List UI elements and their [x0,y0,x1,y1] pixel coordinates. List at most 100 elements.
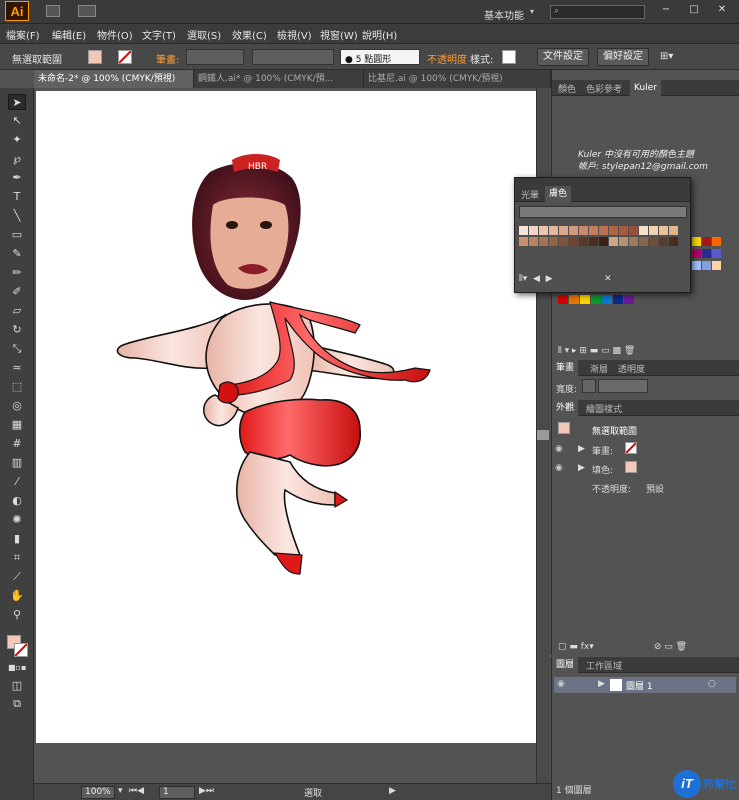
expand-stroke-icon[interactable]: ▶ [578,444,585,454]
swatch[interactable] [659,237,668,246]
swatch[interactable] [559,237,568,246]
swatch[interactable] [659,226,668,235]
rectangle-tool-icon[interactable]: ▭ [8,227,26,243]
close-button[interactable]: ✕ [711,3,733,17]
swatch[interactable] [619,226,628,235]
chevron-down-icon[interactable]: ▾ [530,7,534,16]
hand-tool-icon[interactable]: ✋ [8,588,26,604]
stroke-color-box[interactable] [14,643,28,657]
scale-tool-icon[interactable]: ⤡ [8,341,26,357]
tab-appearance[interactable]: 外觀 [552,400,579,416]
help-search-input[interactable] [550,5,645,19]
swatch[interactable] [529,237,538,246]
selection-tool-icon[interactable]: ➤ [8,94,26,110]
color-mode-icons[interactable]: ■▫▪ [8,660,26,676]
swatch[interactable] [549,226,558,235]
swatch[interactable] [549,237,558,246]
zoom-field[interactable]: 100% [81,786,115,799]
tab-color-guide[interactable]: 色彩參考 [586,82,622,95]
eyedropper-icon[interactable]: ⁄ [8,474,26,490]
scroll-thumb[interactable] [537,430,549,440]
artboard[interactable]: HBR [36,91,536,743]
pencil-icon[interactable]: ✏ [8,265,26,281]
artboard-tool-icon[interactable]: ⌗ [8,550,26,566]
status-mode[interactable]: 選取 [304,786,322,799]
free-transform-icon[interactable]: ⬚ [8,379,26,395]
swatch[interactable] [529,226,538,235]
swatch[interactable] [569,237,578,246]
tab-kuler[interactable]: Kuler [630,80,661,96]
appearance-opacity-label[interactable]: 不透明度: [592,482,631,495]
status-arrow-icon[interactable]: ▶ [389,786,396,796]
menu-effect[interactable]: 效果(C) [232,27,267,42]
paintbrush-icon[interactable]: ✎ [8,246,26,262]
appearance-fill-swatch[interactable] [625,461,637,473]
swatch[interactable] [599,226,608,235]
swatch[interactable] [639,226,648,235]
swatch[interactable] [619,237,628,246]
swatch[interactable] [558,295,568,304]
swatch[interactable] [669,237,678,246]
artboard-number-field[interactable]: 1 [159,786,195,799]
appearance-fill-label[interactable]: 填色: [592,463,613,476]
swatch[interactable] [629,237,638,246]
appearance-stroke-swatch[interactable] [625,442,637,454]
swatch[interactable] [591,295,601,304]
magic-wand-icon[interactable]: ✦ [8,132,26,148]
panel-drag-handle[interactable] [515,178,690,186]
arrange-documents-icon[interactable] [78,5,96,17]
tab-transparency[interactable]: 透明度 [618,362,645,375]
warp-tool-icon[interactable]: ≈ [8,360,26,376]
fill-swatch[interactable] [88,50,102,64]
preferences-button[interactable]: 偏好設定 [597,48,649,66]
rotate-tool-icon[interactable]: ↻ [8,322,26,338]
tab-artboards[interactable]: 工作區域 [586,659,622,672]
brush-dropdown[interactable]: ● 5 點圓形 [340,49,420,65]
workspace-switcher[interactable]: 基本功能 [484,7,524,22]
tab-document-2[interactable]: 鋼鐵人.ai* @ 100% (CMYK/預... [194,70,364,88]
mesh-tool-icon[interactable]: # [8,436,26,452]
minimize-button[interactable]: − [655,3,677,17]
slice-tool-icon[interactable]: ⟋ [8,569,26,585]
menu-edit[interactable]: 編輯(E) [52,27,86,42]
swatch[interactable] [579,226,588,235]
swatch[interactable] [589,226,598,235]
tab-gradient[interactable]: 漸層 [590,362,608,375]
next-artboard-icon[interactable]: ▶⏭ [199,786,214,796]
menu-type[interactable]: 文字(T) [142,27,176,42]
menu-object[interactable]: 物件(O) [97,27,133,42]
swatch[interactable] [629,226,638,235]
character-illustration[interactable]: HBR [36,91,536,743]
swatch[interactable] [609,237,618,246]
swatch[interactable] [559,226,568,235]
swatch[interactable] [519,237,528,246]
swatch[interactable] [669,226,678,235]
symbol-sprayer-icon[interactable]: ✺ [8,512,26,528]
tab-flare[interactable]: 光暈 [521,188,539,201]
blend-tool-icon[interactable]: ◐ [8,493,26,509]
tab-graphic-styles[interactable]: 繪圖樣式 [586,402,622,415]
menu-window[interactable]: 視窗(W) [320,27,358,42]
layer-name[interactable]: 圖層 1 [626,679,653,692]
screen-mode-icon[interactable]: ⧉ [8,696,26,712]
basic-swatch-row[interactable] [558,295,648,305]
swatch[interactable] [580,295,590,304]
tab-document-1[interactable]: 未命名-2* @ 100% (CMYK/預視) [34,70,194,88]
eye-icon[interactable]: ◉ [555,444,563,454]
opacity-label[interactable]: 不透明度 [427,51,467,66]
variable-width-dropdown[interactable] [252,49,334,65]
zoom-dropdown-icon[interactable]: ▾ [118,786,123,796]
shape-builder-icon[interactable]: ◎ [8,398,26,414]
swatch[interactable] [569,295,579,304]
first-artboard-icon[interactable]: ⏮◀ [129,786,144,796]
width-input[interactable] [598,379,648,393]
graphic-style-swatch[interactable] [502,50,516,64]
menu-select[interactable]: 選取(S) [187,27,221,42]
swatch[interactable] [649,237,658,246]
menu-help[interactable]: 說明(H) [362,27,397,42]
swatch[interactable] [609,226,618,235]
drawing-modes-icon[interactable]: ◫ [8,678,26,694]
swatch[interactable] [613,295,623,304]
swatch[interactable] [519,226,528,235]
layer-eye-icon[interactable]: ◉ [557,679,565,689]
